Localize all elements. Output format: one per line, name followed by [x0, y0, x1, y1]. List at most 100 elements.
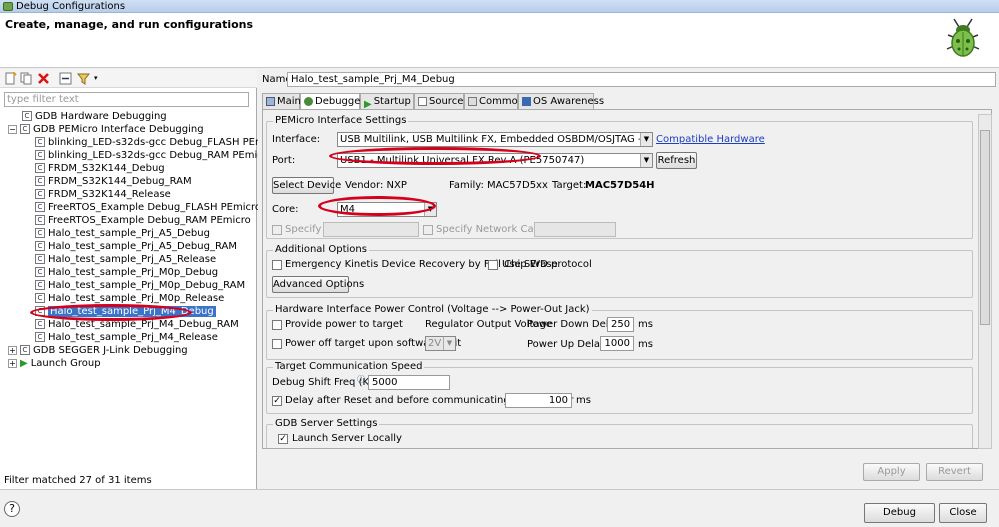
- pemicro-settings-group: PEMicro Interface Settings Interface: US…: [266, 115, 973, 239]
- source-tab-icon: [418, 96, 427, 106]
- c-config-icon: C: [35, 137, 45, 147]
- tree-item[interactable]: Cblinking_LED-s32ds-gcc Debug_RAM PEmicr…: [35, 149, 273, 162]
- c-config-icon: C: [35, 202, 45, 212]
- communication-speed-group: Target Communication Speed Debug Shift F…: [266, 361, 973, 414]
- dropdown-arrow-icon: ▼: [640, 154, 652, 167]
- tree-item[interactable]: C Halo_test_sample_Prj_M0p_Release: [35, 292, 224, 305]
- ip-input[interactable]: [323, 222, 419, 237]
- swd-protocol-checkbox[interactable]: [488, 260, 498, 270]
- expand-icon[interactable]: +: [8, 345, 17, 355]
- tab-common[interactable]: Common: [464, 93, 524, 109]
- delay-input[interactable]: 100: [505, 393, 572, 408]
- dialog-heading: Create, manage, and run configurations: [5, 18, 254, 31]
- os-tab-icon: [522, 96, 531, 106]
- help-icon[interactable]: ?: [4, 501, 20, 517]
- duplicate-icon[interactable]: [20, 72, 33, 85]
- c-config-icon: C: [35, 293, 45, 303]
- interface-select[interactable]: USB Multilink, USB Multilink FX, Embedde…: [337, 132, 653, 147]
- new-config-icon[interactable]: [4, 72, 17, 85]
- c-config-icon: C: [20, 124, 30, 134]
- c-config-icon: C: [35, 163, 45, 173]
- tree-item[interactable]: C FRDM_S32K144_Release: [35, 188, 171, 201]
- delay-after-reset-checkbox[interactable]: ✓: [272, 396, 282, 406]
- tree-group[interactable]: + ▶ Launch Group: [8, 357, 101, 370]
- name-input[interactable]: Halo_test_sample_Prj_M4_Debug: [287, 72, 996, 87]
- debug-app-icon: [3, 2, 13, 11]
- c-config-icon: C: [35, 254, 45, 264]
- tree-item[interactable]: C Halo_test_sample_Prj_A5_Release: [35, 253, 216, 266]
- view-menu-chevron-icon[interactable]: ▾: [94, 72, 107, 85]
- core-highlight-ring: [318, 196, 436, 216]
- common-tab-icon: [468, 96, 477, 106]
- voltage-select[interactable]: 2V ▼: [425, 336, 456, 351]
- delete-icon[interactable]: [37, 72, 50, 85]
- tree-group[interactable]: − C GDB PEMicro Interface Debugging: [8, 123, 204, 136]
- power-off-checkbox[interactable]: [272, 339, 282, 349]
- c-config-icon: C: [35, 332, 45, 342]
- refresh-button[interactable]: Refresh: [656, 152, 697, 169]
- collapse-all-icon[interactable]: [59, 72, 72, 85]
- collapse-icon[interactable]: −: [8, 124, 17, 134]
- tree-item[interactable]: C Halo_test_sample_Prj_M4_Release: [35, 331, 218, 344]
- emergency-recovery-checkbox[interactable]: [272, 260, 282, 270]
- window-title: Debug Configurations: [16, 1, 126, 12]
- specify-ip-checkbox[interactable]: [272, 225, 282, 235]
- dropdown-arrow-icon: ▼: [443, 337, 455, 350]
- launch-arrow-icon: ▶: [20, 358, 28, 369]
- specify-nic-checkbox[interactable]: [423, 225, 433, 235]
- c-config-icon: C: [35, 150, 45, 160]
- filter-input[interactable]: type filter text: [4, 92, 249, 107]
- title-bar: Debug Configurations: [0, 0, 999, 13]
- shift-freq-input[interactable]: 5000: [368, 375, 450, 390]
- c-config-icon: C: [22, 111, 32, 121]
- tree-item[interactable]: C FRDM_S32K144_Debug_RAM: [35, 175, 192, 188]
- select-device-button[interactable]: Select Device: [272, 177, 341, 194]
- apply-button[interactable]: Apply: [863, 463, 920, 481]
- tab-source[interactable]: Source: [414, 93, 464, 109]
- tree-item[interactable]: C GDB Hardware Debugging: [22, 110, 167, 123]
- expand-icon[interactable]: +: [8, 358, 17, 368]
- power-up-delay-input[interactable]: 1000: [600, 336, 634, 351]
- tab-main[interactable]: Main: [262, 93, 301, 109]
- c-config-icon: C: [35, 228, 45, 238]
- tab-startup[interactable]: ▶ Startup: [360, 93, 414, 110]
- tree-item[interactable]: C Halo_test_sample_Prj_A5_Debug_RAM: [35, 240, 237, 253]
- tree-item[interactable]: C Halo_test_sample_Prj_M0p_Debug_RAM: [35, 279, 245, 292]
- close-button[interactable]: Close: [939, 503, 987, 523]
- tab-debugger[interactable]: Debugger: [300, 93, 365, 110]
- startup-tab-icon: ▶: [364, 98, 372, 110]
- dialog-button-bar: ? Debug Close: [0, 489, 999, 527]
- left-toolbar: ▾: [0, 69, 257, 88]
- debugger-tab-icon: [304, 96, 313, 106]
- provide-power-checkbox[interactable]: [272, 320, 282, 330]
- advanced-options-button[interactable]: Advanced Options: [272, 276, 364, 293]
- dropdown-arrow-icon: ▼: [640, 133, 652, 146]
- tree-item[interactable]: Cblinking_LED-s32ds-gcc Debug_FLASH PEmi…: [35, 136, 283, 149]
- tree-item[interactable]: C FreeRTOS_Example Debug_FLASH PEmicro: [35, 201, 261, 214]
- c-config-icon: C: [35, 241, 45, 251]
- main-tab-icon: [266, 96, 275, 106]
- filter-icon[interactable]: [77, 72, 90, 85]
- compatible-hardware-link[interactable]: Compatible Hardware: [656, 134, 765, 145]
- c-config-icon: C: [35, 215, 45, 225]
- revert-button[interactable]: Revert: [926, 463, 983, 481]
- dialog-header: Create, manage, and run configurations: [0, 13, 999, 68]
- scrollbar-thumb[interactable]: [980, 130, 990, 325]
- tab-os-awareness[interactable]: OS Awareness: [518, 93, 604, 109]
- highlight-ring: [30, 304, 192, 321]
- port-highlight-ring: [329, 147, 541, 165]
- launch-server-checkbox[interactable]: ✓: [278, 434, 288, 444]
- tree-item[interactable]: C Halo_test_sample_Prj_A5_Debug: [35, 227, 210, 240]
- tree-group[interactable]: + C GDB SEGGER J-Link Debugging: [8, 344, 188, 357]
- gdb-server-group: GDB Server Settings ✓ Launch Server Loca…: [266, 418, 973, 448]
- power-down-delay-input[interactable]: 250: [607, 317, 634, 332]
- tree-item[interactable]: C Halo_test_sample_Prj_M0p_Debug: [35, 266, 218, 279]
- tree-item[interactable]: C FreeRTOS_Example Debug_RAM PEmicro: [35, 214, 251, 227]
- info-icon: ⓘ: [357, 375, 365, 384]
- nic-input[interactable]: [534, 222, 616, 237]
- debug-button[interactable]: Debug: [864, 503, 935, 523]
- c-config-icon: C: [35, 267, 45, 277]
- additional-options-group: Additional Options Emergency Kinetis Dev…: [266, 244, 973, 298]
- tree-item[interactable]: C FRDM_S32K144_Debug: [35, 162, 165, 175]
- c-config-icon: C: [35, 176, 45, 186]
